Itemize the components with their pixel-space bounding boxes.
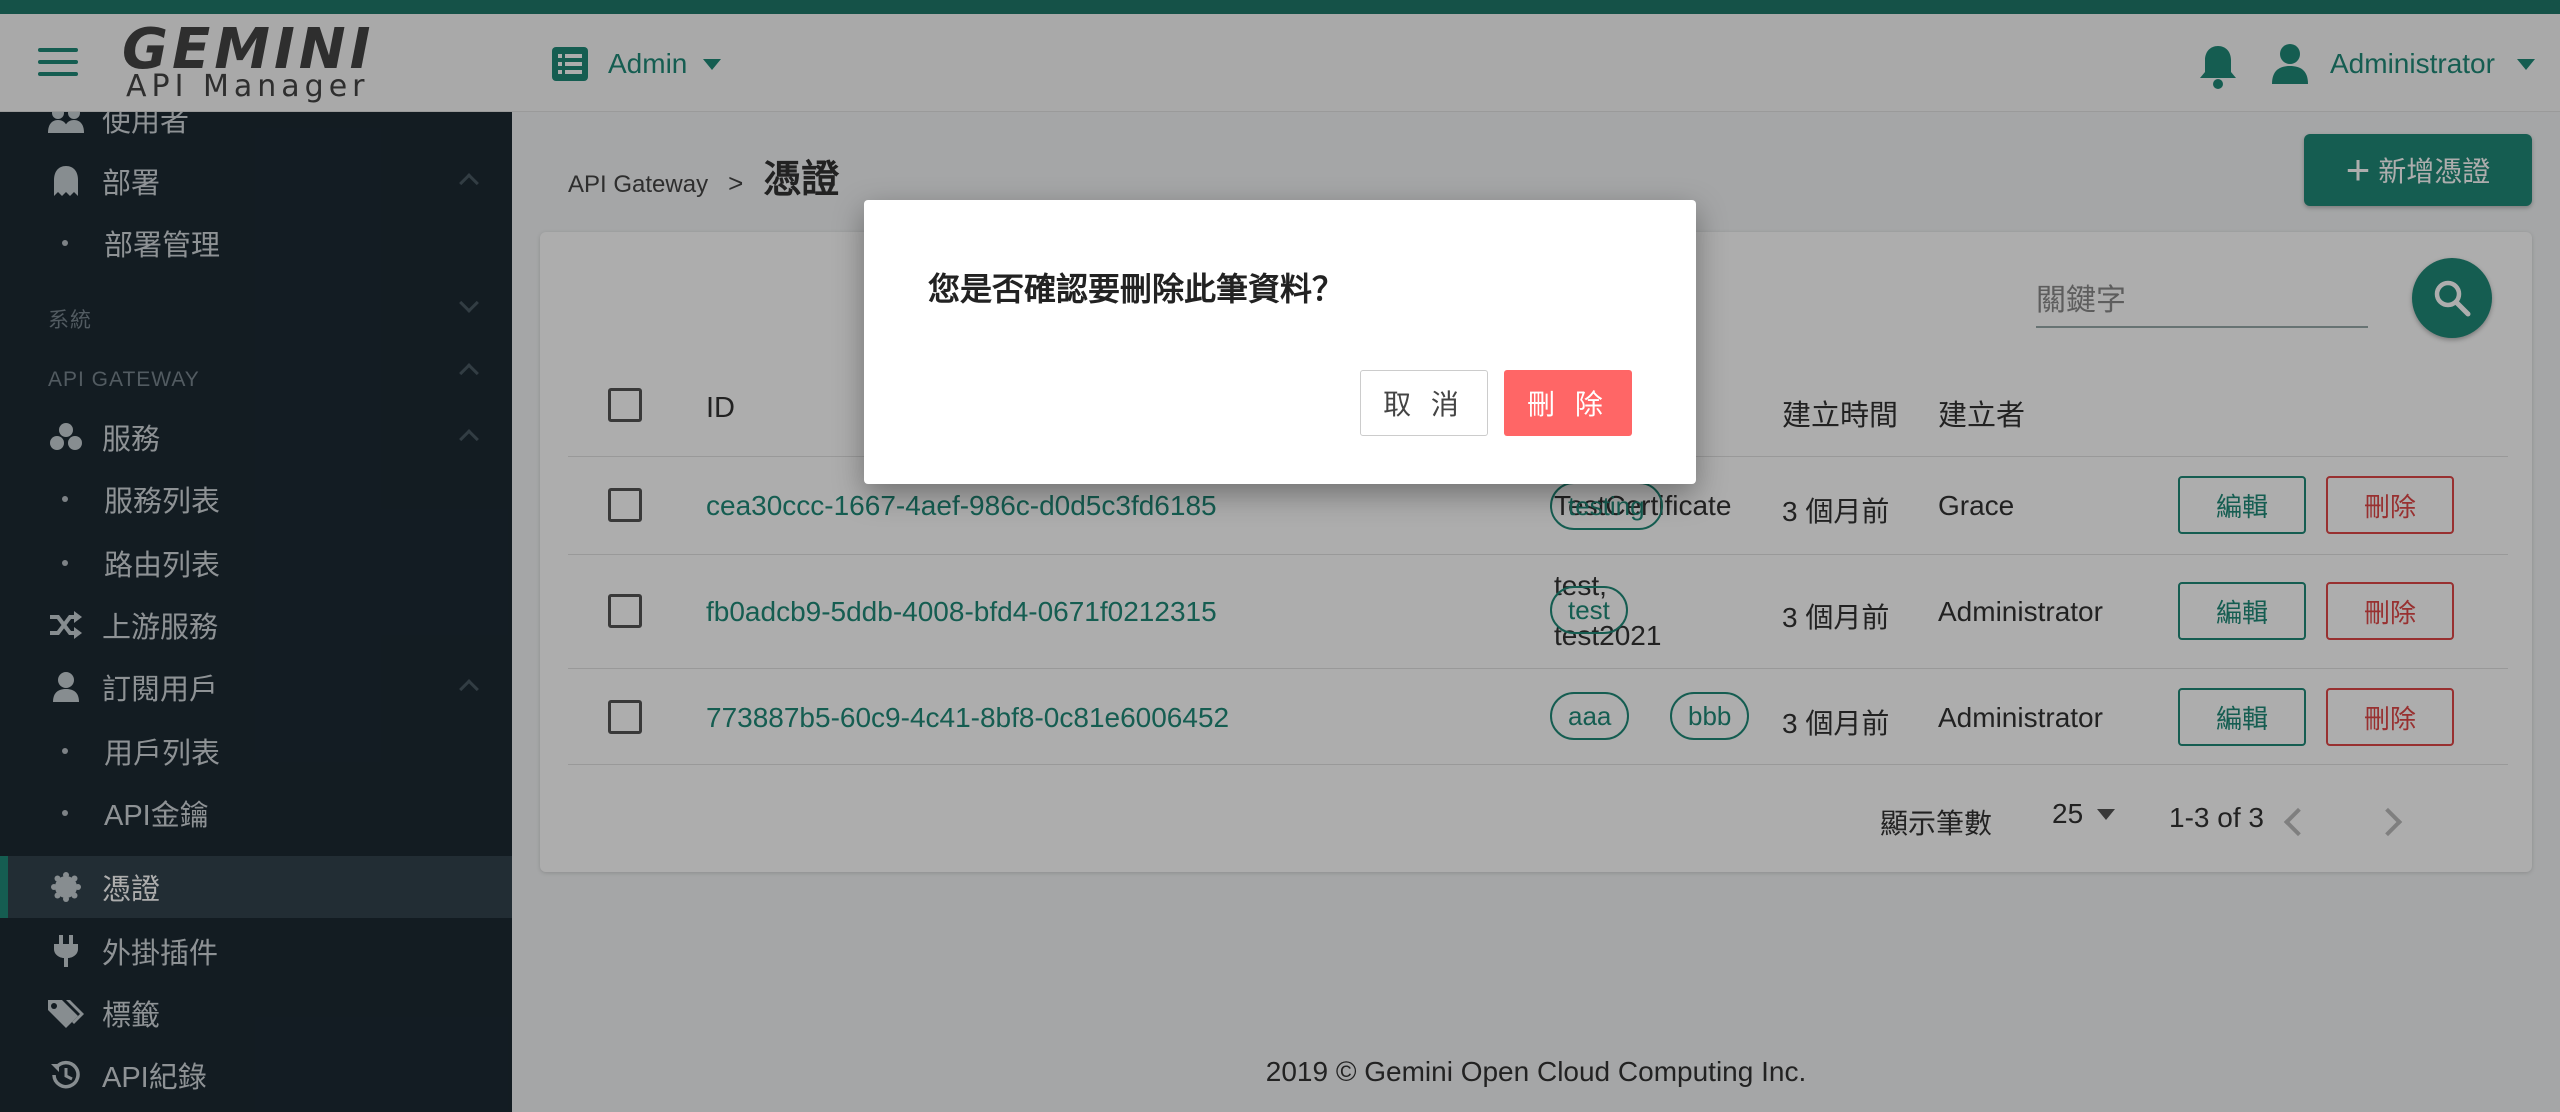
confirm-delete-button[interactable]: 刪 除 bbox=[1504, 370, 1632, 436]
modal-backdrop[interactable] bbox=[0, 0, 2560, 1112]
confirm-delete-dialog: 您是否確認要刪除此筆資料？ 取 消 刪 除 bbox=[864, 200, 1696, 484]
dialog-message: 您是否確認要刪除此筆資料？ bbox=[928, 271, 1345, 307]
cancel-button[interactable]: 取 消 bbox=[1360, 370, 1488, 436]
